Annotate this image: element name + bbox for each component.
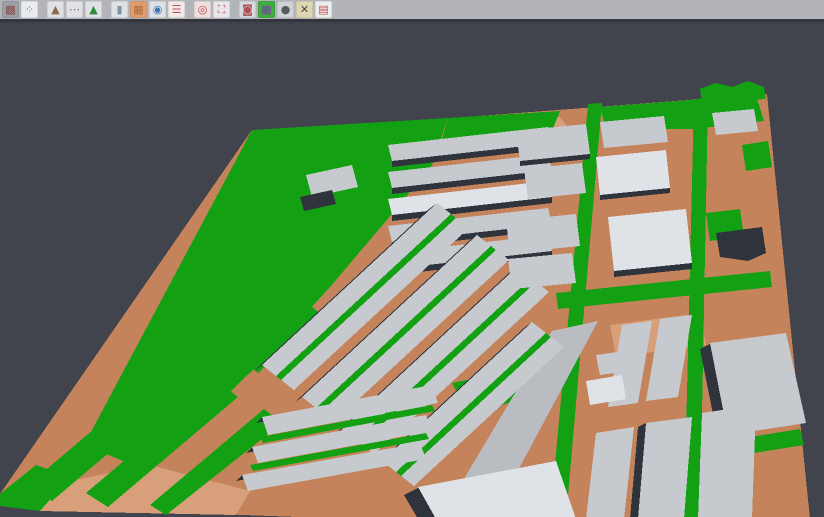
- target-circle-icon[interactable]: ◎: [194, 1, 211, 18]
- viewport-3d[interactable]: [0, 25, 824, 517]
- report-sheet-icon[interactable]: ▤: [315, 1, 332, 18]
- scene-svg: [0, 25, 824, 517]
- application-window: ▩⁘▲⋯▲▮▦◉☰◎⛶◙▦●✕▤: [0, 0, 824, 517]
- building-roof: [608, 209, 692, 271]
- red-layers-icon[interactable]: ☰: [168, 1, 185, 18]
- dark-sphere-icon[interactable]: ●: [277, 1, 294, 18]
- point-pair-icon[interactable]: ⁘: [21, 1, 38, 18]
- column-sample-icon[interactable]: ▮: [111, 1, 128, 18]
- building-roof: [638, 417, 692, 517]
- toolbar-group: ▩⁘: [2, 1, 38, 18]
- building-roof: [508, 253, 576, 289]
- terrain-mound-icon[interactable]: ▲: [47, 1, 64, 18]
- building-roof: [524, 163, 586, 199]
- toolbar-group: ▲⋯▲: [47, 1, 102, 18]
- building-roof: [596, 351, 628, 375]
- building-shadow: [716, 227, 766, 261]
- globe-icon[interactable]: ◉: [149, 1, 166, 18]
- toolbar-group: ▮▦◉☰: [111, 1, 185, 18]
- vegetation-patch: [742, 141, 772, 171]
- clip-region-icon[interactable]: ◙: [239, 1, 256, 18]
- toolbar-group: ◎⛶: [194, 1, 230, 18]
- open-scan-icon[interactable]: ▩: [2, 1, 19, 18]
- sparse-points-icon[interactable]: ⋯: [66, 1, 83, 18]
- building-roof: [712, 109, 758, 135]
- selection-bounds-icon[interactable]: ⛶: [213, 1, 230, 18]
- toolbar: ▩⁘▲⋯▲▮▦◉☰◎⛶◙▦●✕▤: [0, 0, 824, 22]
- toolbar-group: ◙▦●✕▤: [239, 1, 332, 18]
- building-roof: [596, 150, 670, 195]
- remove-cross-icon[interactable]: ✕: [296, 1, 313, 18]
- classified-map-icon[interactable]: ▦: [258, 1, 275, 18]
- orthophoto-icon[interactable]: ▦: [130, 1, 147, 18]
- vegetation-hill-icon[interactable]: ▲: [85, 1, 102, 18]
- building-roof: [698, 405, 756, 517]
